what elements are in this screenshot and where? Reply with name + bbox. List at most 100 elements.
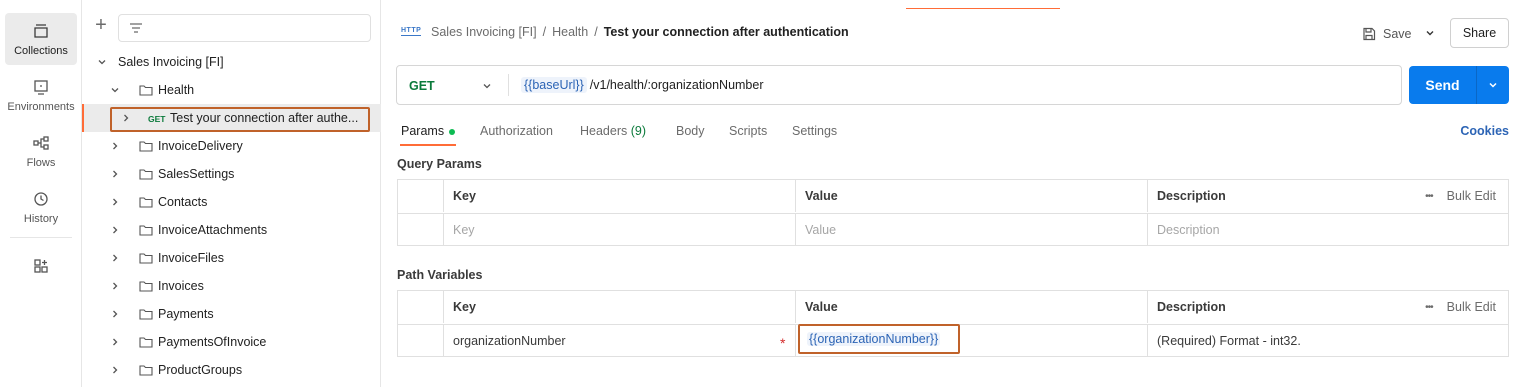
path-variables-title: Path Variables: [397, 268, 483, 282]
tab-authorization[interactable]: Authorization: [480, 124, 553, 138]
url-path: /v1/health/:organizationNumber: [589, 78, 764, 92]
breadcrumb-collection[interactable]: Sales Invoicing [FI]: [431, 25, 537, 39]
tree-folder[interactable]: InvoiceDelivery: [82, 132, 381, 160]
icon-rail: Collections Environments Flows History: [0, 0, 82, 387]
tab-params[interactable]: Params: [401, 124, 456, 138]
tree-collection[interactable]: Sales Invoicing [FI]: [82, 48, 381, 76]
more-icon[interactable]: •••: [1425, 191, 1433, 202]
value-highlight[interactable]: {{organizationNumber}}: [798, 324, 960, 354]
rail-flows[interactable]: Flows: [5, 125, 77, 177]
chevron-right-icon: [124, 114, 129, 122]
http-icon: HTTP: [401, 27, 422, 36]
method-select[interactable]: GET: [409, 79, 435, 93]
bulk-edit-label: Bulk Edit: [1446, 189, 1496, 203]
tab-label: Params: [401, 124, 445, 138]
chevron-right-icon: [113, 338, 118, 346]
table-row: Key Value Description: [398, 213, 1508, 246]
cookies-link[interactable]: Cookies: [1460, 124, 1509, 138]
chevron-down-icon: [1489, 82, 1497, 88]
chevron-right-icon: [113, 170, 118, 178]
history-icon: [34, 191, 48, 206]
folder-label: PaymentsOfInvoice: [158, 335, 267, 349]
tab-scripts[interactable]: Scripts: [729, 124, 767, 138]
tree-request-selected[interactable]: GET Test your connection after authe...: [82, 104, 381, 132]
folder-label: InvoiceFiles: [158, 251, 224, 265]
breadcrumb: Sales Invoicing [FI] / Health / Test your co…: [431, 25, 849, 39]
environments-icon: [34, 79, 48, 95]
col-value: Value: [795, 291, 1147, 323]
folder-icon: [139, 169, 153, 180]
path-var-key[interactable]: organizationNumber: [443, 325, 795, 357]
filter-input[interactable]: [118, 14, 371, 42]
table-header-row: Key Value Description ••• Bulk Edit: [398, 180, 1508, 213]
bulk-edit-label: Bulk Edit: [1446, 300, 1496, 314]
chevron-right-icon: [113, 142, 118, 150]
save-options-button[interactable]: [1418, 21, 1442, 45]
col-value: Value: [795, 180, 1147, 212]
description-input[interactable]: Description: [1147, 214, 1508, 246]
tree-folder[interactable]: SalesSettings: [82, 160, 381, 188]
rail-history[interactable]: History: [5, 181, 77, 233]
chevron-down-icon[interactable]: [481, 80, 493, 92]
tree-folder[interactable]: InvoiceFiles: [82, 244, 381, 272]
required-indicator: *: [780, 335, 786, 351]
collections-icon: [34, 23, 48, 38]
chevron-down-icon: [111, 88, 119, 93]
share-button[interactable]: Share: [1450, 18, 1509, 48]
path-var-description[interactable]: (Required) Format - int32.: [1147, 325, 1508, 357]
folder-label: ProductGroups: [158, 363, 243, 377]
tab-label: Headers: [580, 124, 628, 138]
request-title[interactable]: Test your connection after authenticatio…: [604, 25, 849, 39]
bulk-edit-button[interactable]: ••• Bulk Edit: [1425, 291, 1496, 323]
folder-icon: [139, 253, 153, 264]
method-badge: GET: [148, 114, 166, 124]
rail-label: History: [23, 212, 59, 225]
chevron-right-icon: [113, 310, 118, 318]
tree-folder[interactable]: InvoiceAttachments: [82, 216, 381, 244]
tab-body[interactable]: Body: [676, 124, 705, 138]
chevron-right-icon: [113, 198, 118, 206]
chevron-right-icon: [113, 226, 118, 234]
bulk-edit-button[interactable]: ••• Bulk Edit: [1425, 180, 1496, 212]
save-button[interactable]: Save: [1362, 21, 1412, 47]
col-key: Key: [443, 180, 795, 212]
url-divider: [508, 74, 509, 96]
tree-folder[interactable]: Invoices: [82, 272, 381, 300]
rail-collections[interactable]: Collections: [5, 13, 77, 65]
tree-folder[interactable]: ProductGroups: [82, 356, 381, 384]
chevron-down-icon: [1426, 31, 1434, 36]
tree-folder[interactable]: PaymentsOfInvoice: [82, 328, 381, 356]
folder-icon: [139, 225, 153, 236]
tab-headers[interactable]: Headers (9): [580, 124, 646, 138]
folder-label: InvoiceDelivery: [158, 139, 243, 153]
path-var-value: {{organizationNumber}}: [807, 332, 941, 346]
tree-folder[interactable]: Contacts: [82, 188, 381, 216]
value-input[interactable]: Value: [795, 214, 1147, 246]
send-options-button[interactable]: [1477, 66, 1509, 104]
request-tabs: Params Authorization Headers (9) Body Sc…: [396, 120, 1509, 148]
folder-label: SalesSettings: [158, 167, 235, 181]
send-button[interactable]: Send: [1409, 66, 1476, 104]
new-item-button[interactable]: +: [93, 15, 109, 35]
rail-environments[interactable]: Environments: [5, 69, 77, 121]
folder-label: Contacts: [158, 195, 208, 209]
folder-label: Health: [158, 83, 195, 97]
tab-settings[interactable]: Settings: [792, 124, 837, 138]
breadcrumb-folder[interactable]: Health: [552, 25, 588, 39]
rail-add-workspace[interactable]: [5, 242, 77, 294]
rail-label: Flows: [26, 156, 56, 169]
tree-folder[interactable]: Payments: [82, 300, 381, 328]
tree-folder-health[interactable]: Health: [82, 76, 381, 104]
save-icon: [1363, 27, 1376, 41]
url-input[interactable]: {{baseUrl}} /v1/health/:organizationNumb…: [521, 77, 764, 93]
folder-icon: [139, 309, 153, 320]
chevron-right-icon: [113, 254, 118, 262]
folder-label: InvoiceAttachments: [158, 223, 268, 237]
more-icon[interactable]: •••: [1425, 302, 1433, 313]
chevron-down-icon: [98, 60, 106, 65]
folder-icon: [139, 337, 153, 348]
request-editor: HTTP Sales Invoicing [FI] / Health / Test yo…: [381, 0, 1529, 387]
folder-icon: [139, 141, 153, 152]
url-variable: {{baseUrl}}: [521, 77, 587, 93]
key-input[interactable]: Key: [443, 214, 795, 246]
